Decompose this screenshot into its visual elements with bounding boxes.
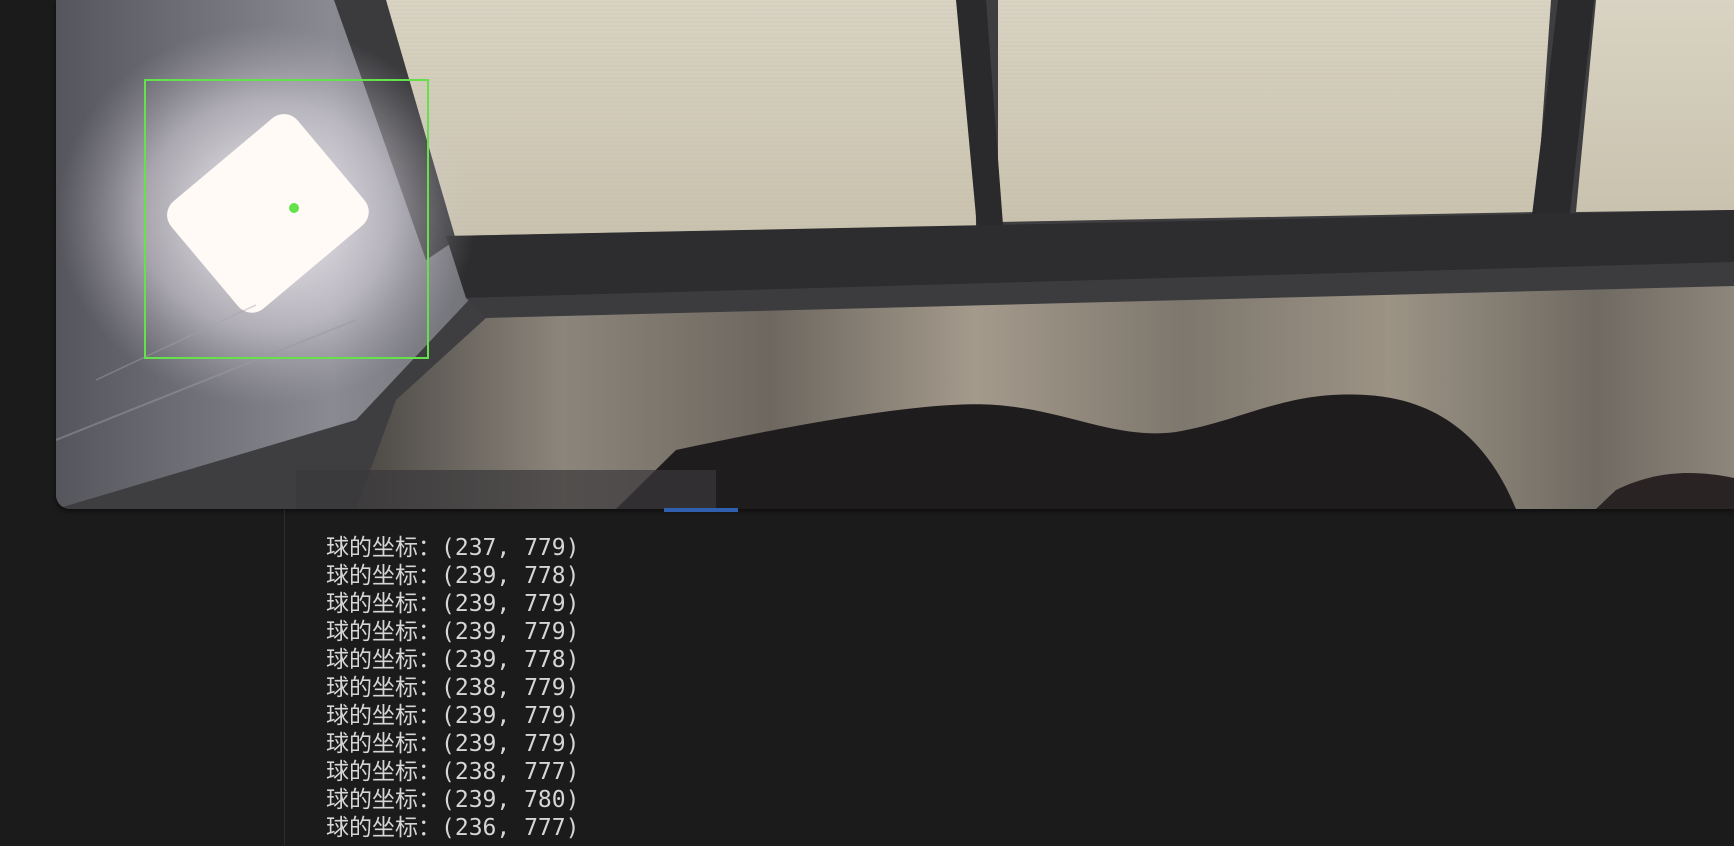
console-line: 球的坐标：(239, 778) — [326, 563, 580, 589]
detection-center-point — [289, 203, 299, 213]
console-line: 球的坐标：(237, 779) — [326, 535, 580, 561]
console-line: 球的坐标：(239, 778) — [326, 647, 580, 673]
console-line: 球的坐标：(238, 779) — [326, 675, 580, 701]
console-line: 球的坐标：(239, 780) — [326, 787, 580, 813]
camera-preview-window[interactable] — [56, 0, 1734, 509]
console-line: 球的坐标：(239, 779) — [326, 619, 580, 645]
scroll-indicator[interactable] — [664, 508, 738, 512]
detection-bounding-box — [144, 79, 429, 359]
console-line: 球的坐标：(239, 779) — [326, 703, 580, 729]
console-line: 球的坐标：(239, 779) — [326, 591, 580, 617]
screen: 球的坐标：(237, 779) 球的坐标：(239, 778) 球的坐标：(23… — [0, 0, 1734, 846]
console-line: 球的坐标：(239, 779) — [326, 731, 580, 757]
console-line: 球的坐标：(238, 777) — [326, 759, 580, 785]
console-line: 球的坐标：(236, 777) — [326, 815, 580, 841]
console-output: 球的坐标：(237, 779) 球的坐标：(239, 778) 球的坐标：(23… — [326, 534, 579, 842]
panel-divider — [284, 510, 285, 846]
